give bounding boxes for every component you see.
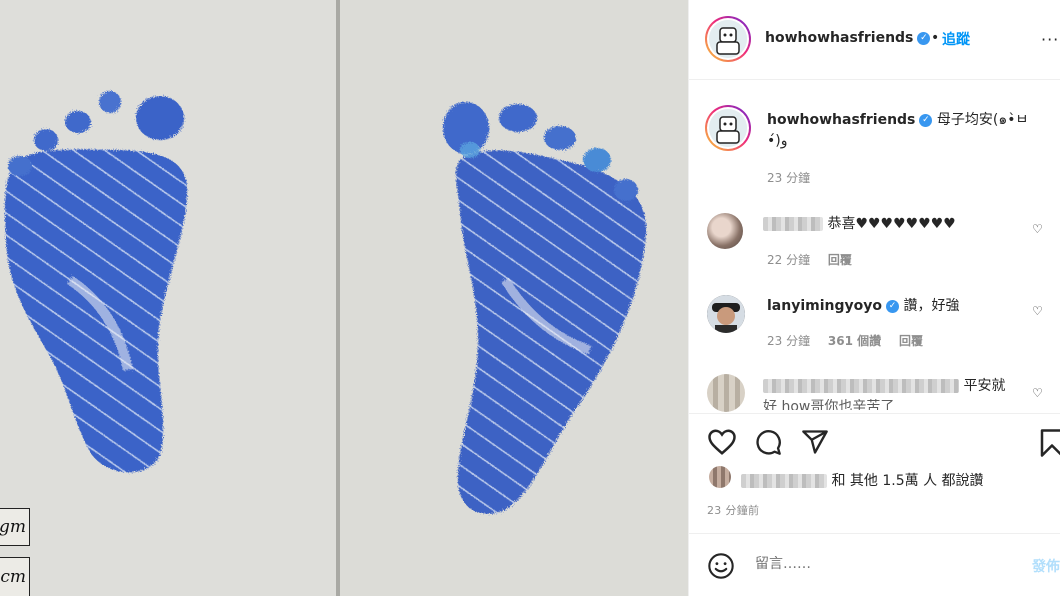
comment-3-text-line2: 好 how哥你也辛苦了 — [763, 399, 895, 410]
comment-1-text: 恭喜♥♥♥♥♥♥♥♥ — [827, 216, 956, 232]
post-side-panel: howhowhasfriends ✓ • 追蹤 ··· howhowhasfrie… — [688, 0, 1060, 596]
footprints-image — [0, 0, 688, 596]
save-bookmark-icon[interactable] — [1039, 428, 1060, 458]
blurred-liker-name — [741, 474, 827, 488]
lanyimingyoyo-avatar[interactable] — [707, 295, 745, 333]
caption-username[interactable]: howhowhasfriends — [767, 112, 915, 128]
comment-2-username[interactable]: lanyimingyoyo — [767, 298, 882, 314]
comment-1-meta: 22 分鐘 回覆 — [767, 251, 866, 268]
comment-2-meta: 23 分鐘 361 個讚 回覆 — [767, 332, 937, 349]
add-comment-bar: 發佈 — [689, 533, 1060, 596]
comment-2-time[interactable]: 23 分鐘 — [767, 334, 810, 348]
likes-summary-text[interactable]: 和 其他 1.5萬 人 都說讚 — [831, 473, 983, 489]
likes-summary[interactable]: 和 其他 1.5萬 人 都說讚 — [741, 470, 984, 490]
comment-1-reply-button[interactable]: 回覆 — [828, 253, 852, 267]
comment-2-like-icon[interactable]: ♡ — [1032, 304, 1043, 318]
comment-bubble-icon[interactable] — [753, 428, 783, 456]
follow-button[interactable]: 追蹤 — [942, 29, 970, 49]
author-avatar[interactable] — [705, 16, 751, 62]
comment-1-body: 恭喜♥♥♥♥♥♥♥♥ — [763, 214, 956, 235]
screenshot-root: gm cm howhowhasfriends ✓ • 追蹤 ··· howhow… — [0, 0, 1060, 596]
comment-2-verified-badge-icon: ✓ — [886, 299, 900, 313]
avatar-illustration-icon — [709, 20, 747, 58]
comment-2-text: 讚，好強 — [903, 298, 960, 314]
comment-avatar-blurred[interactable] — [707, 213, 743, 249]
comment-3-avatar-blurred[interactable] — [707, 374, 745, 412]
emoji-smiley-icon[interactable] — [707, 552, 735, 580]
post-comment-button[interactable]: 發佈 — [1032, 556, 1060, 576]
comment-1-like-icon[interactable]: ♡ — [1032, 222, 1043, 236]
post-timestamp[interactable]: 23 分鐘前 — [707, 502, 759, 518]
comment-3-body: 平安就 好 how哥你也辛苦了 — [763, 376, 1005, 410]
post-photo: gm cm — [0, 0, 688, 596]
weight-label-cell: gm — [0, 508, 30, 546]
share-send-icon[interactable] — [801, 428, 829, 456]
liker-avatar-blurred[interactable] — [709, 466, 731, 488]
header-username-text[interactable]: howhowhasfriends — [765, 30, 913, 46]
comment-input[interactable] — [755, 556, 1005, 572]
comment-3-text-end: 平安就 — [963, 378, 1006, 394]
header-username[interactable]: howhowhasfriends ✓ — [765, 30, 931, 46]
length-label-cell: cm — [0, 557, 30, 596]
like-heart-icon[interactable] — [707, 428, 737, 456]
verified-badge-icon: ✓ — [917, 31, 931, 45]
header-separator: • — [931, 30, 940, 46]
weight-unit-label: gm — [0, 517, 26, 537]
comment-2-reply-button[interactable]: 回覆 — [899, 334, 923, 348]
post-actions — [689, 413, 1060, 457]
comment-3-like-icon[interactable]: ♡ — [1032, 386, 1043, 400]
comment-2-body: lanyimingyoyo ✓ 讚，好強 — [767, 296, 959, 317]
blurred-avatar-image — [709, 466, 731, 488]
caption-meta: 23 分鐘 — [767, 169, 824, 186]
blurred-comment-text — [763, 379, 959, 393]
length-unit-label: cm — [0, 567, 26, 587]
caption-verified-badge-icon: ✓ — [919, 113, 933, 127]
caption-body: howhowhasfriends ✓ 母子均安(๑•̀ㅂ•́)و — [767, 110, 1037, 152]
post-header: howhowhasfriends ✓ • 追蹤 ··· — [689, 0, 1060, 80]
caption-avatar-illustration-icon — [709, 109, 747, 147]
more-options-icon[interactable]: ··· — [1041, 30, 1059, 49]
comment-1-time[interactable]: 22 分鐘 — [767, 253, 810, 267]
blurred-avatar-image — [707, 374, 745, 412]
comment-2-like-count[interactable]: 361 個讚 — [828, 334, 881, 348]
blurred-username — [763, 217, 823, 231]
caption-time[interactable]: 23 分鐘 — [767, 171, 810, 185]
blurred-avatar-image — [707, 213, 743, 249]
person-photo-icon — [707, 295, 745, 333]
caption-avatar[interactable] — [705, 105, 751, 151]
